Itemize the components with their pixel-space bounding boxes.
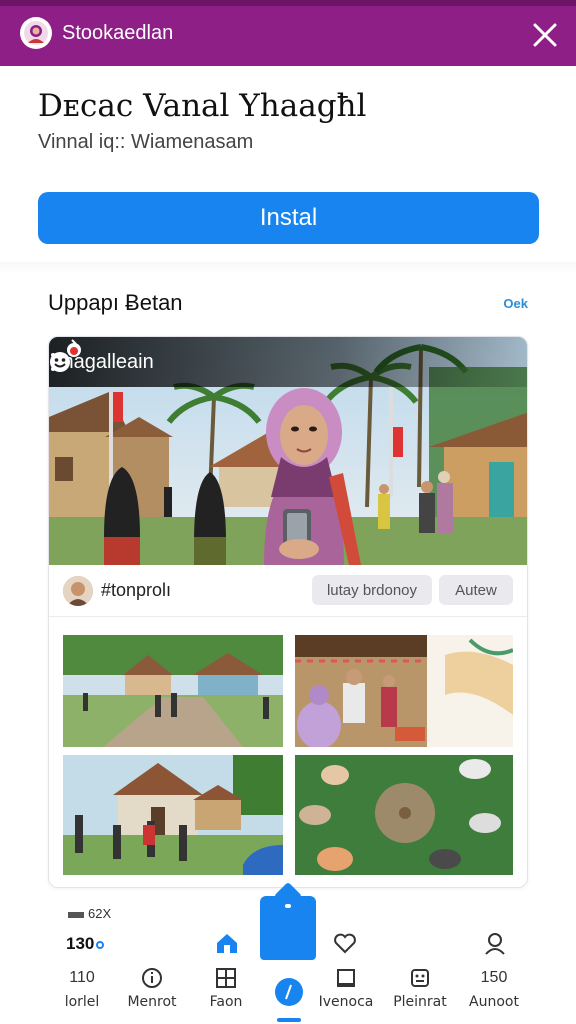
nav-item-lorlel[interactable]: 110 lorlel <box>42 966 122 1016</box>
profile-icon[interactable] <box>482 930 508 956</box>
status-value: 62X <box>88 906 112 921</box>
person-avatar-icon[interactable] <box>20 17 52 49</box>
home-icon[interactable] <box>214 930 240 956</box>
tag-chip[interactable]: lutay brdonoy <box>312 575 432 605</box>
profile-row: #tonprolı lutay brdonoy Autew <box>49 565 527 617</box>
count-number: 130 <box>66 934 95 953</box>
nav-item-aunoot[interactable]: 150 Aunoot <box>454 966 534 1016</box>
nav-item-faon[interactable]: Faon <box>186 966 266 1016</box>
app-subtitle: Vinnal iq:: Wiamenasam <box>38 131 254 153</box>
nav-label: Pleinrat <box>393 994 447 1010</box>
more-options-icon[interactable] <box>49 351 57 373</box>
nav-label: Menrot <box>127 994 177 1010</box>
nav-label: lorlel <box>64 994 100 1010</box>
gallery-photo[interactable] <box>295 755 513 875</box>
status-edge <box>0 0 576 6</box>
nav-item-pleinrat[interactable]: Pleinrat <box>380 966 460 1016</box>
hero-header: ınagalleain <box>49 337 527 387</box>
gallery-photo[interactable] <box>63 755 283 875</box>
nav-item-ivenoca[interactable]: Ivenoca <box>306 966 386 1016</box>
nav-number-icon: 110 <box>69 969 95 986</box>
gallery-photo[interactable] <box>295 635 513 747</box>
count-value: 130 <box>66 934 105 954</box>
nav-item-menrot[interactable]: Menrot <box>112 966 192 1016</box>
tag-chip[interactable]: Autew <box>439 575 513 605</box>
active-tab-indicator <box>277 1018 301 1022</box>
section-title: Uppapı Ƀetan <box>48 290 183 315</box>
app-name: Dᴇcac Vanal Yhaagħl <box>38 88 367 124</box>
square-icon <box>335 966 357 990</box>
profile-name[interactable]: #tonprolı <box>101 580 171 601</box>
upload-fab-button[interactable] <box>260 896 316 960</box>
install-button[interactable]: Instal <box>38 192 539 244</box>
grid-window-icon <box>215 966 237 990</box>
close-icon[interactable] <box>530 20 560 50</box>
top-bar-title: Stookaedlan <box>62 21 174 44</box>
section-divider <box>0 262 576 274</box>
section-link[interactable]: Oek <box>503 296 528 311</box>
nav-label: Aunoot <box>469 994 519 1010</box>
fab-notch-icon <box>285 904 291 908</box>
nav-number-icon: 150 <box>480 969 508 986</box>
post-card[interactable]: ınagalleain #tonprolı lutay brdonoy Aute… <box>48 336 528 888</box>
pen-icon <box>285 984 292 1000</box>
hero-photo[interactable]: ınagalleain <box>49 337 527 565</box>
count-indicator-icon <box>96 940 105 949</box>
app-top-bar: Stookaedlan <box>0 0 576 66</box>
heart-icon[interactable] <box>332 930 358 956</box>
nav-label: Faon <box>209 994 243 1010</box>
center-action-button[interactable] <box>275 978 303 1006</box>
gallery-photo[interactable] <box>63 635 283 747</box>
nav-label: Ivenoca <box>318 994 374 1010</box>
avatar[interactable] <box>63 575 93 606</box>
robot-face-icon <box>409 966 431 990</box>
signal-bar-icon <box>68 911 84 918</box>
info-circle-icon <box>141 966 163 990</box>
status-text: 62X <box>68 906 111 921</box>
